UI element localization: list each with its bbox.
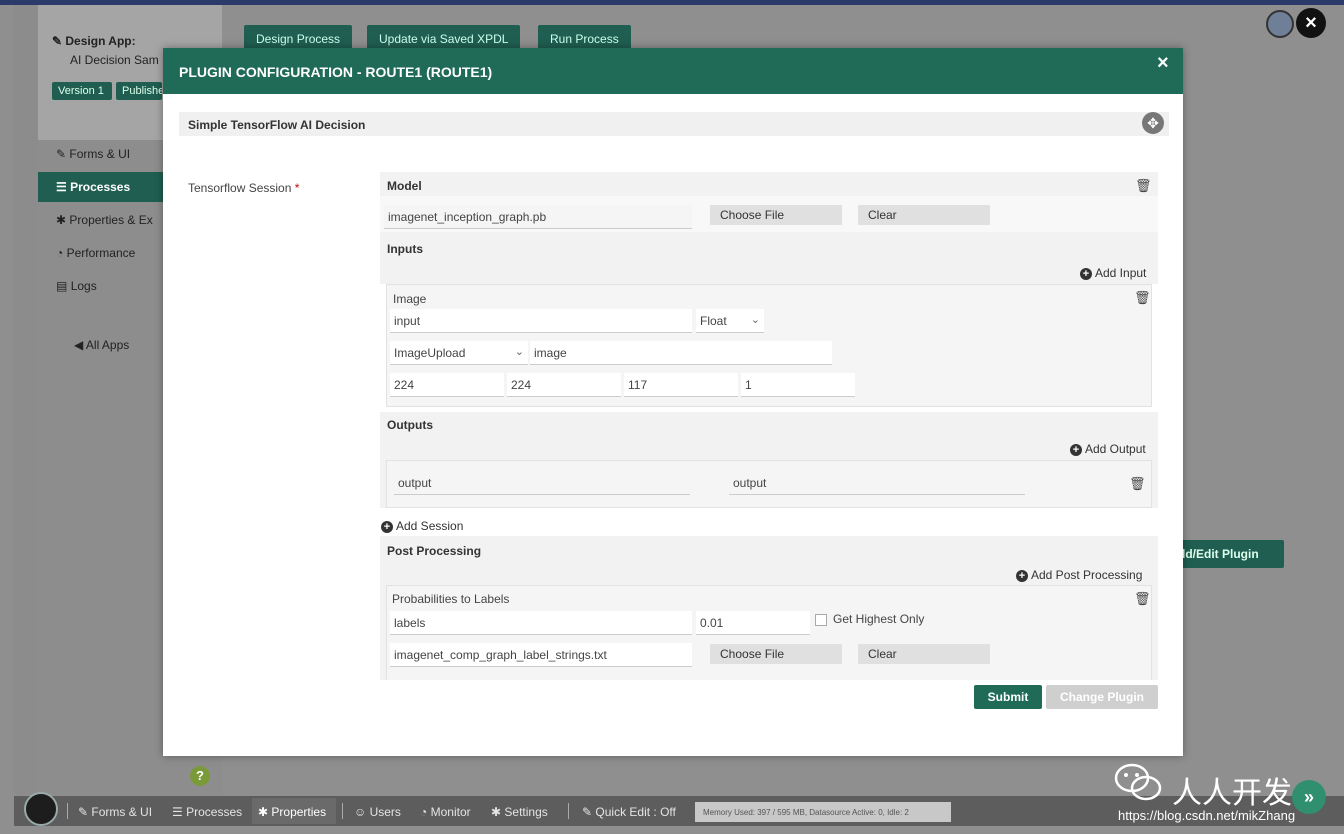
submit-button[interactable]: Submit [974, 685, 1042, 709]
input-dim-4[interactable] [741, 373, 855, 397]
threshold-field[interactable] [696, 611, 810, 635]
back-circle-icon: ◀ [74, 338, 84, 352]
plus-icon: + [1080, 268, 1092, 280]
published-button[interactable]: Publishe [116, 82, 162, 100]
bottom-users[interactable]: ☺ Users [354, 805, 401, 819]
chevron-down-icon: ⌄ [750, 314, 760, 326]
delete-input-icon[interactable]: 🗑 [1134, 290, 1151, 306]
plus-icon: + [1016, 570, 1028, 582]
post-processing-item-title: Probabilities to Labels [392, 592, 510, 606]
add-post-processing-link[interactable]: + Add Post Processing [1016, 568, 1142, 582]
labels-choose-file-button[interactable]: Choose File [710, 644, 842, 664]
output-variable-field[interactable] [729, 471, 1025, 495]
output-name-field[interactable] [394, 471, 690, 495]
input-dim-2[interactable] [507, 373, 621, 397]
dashboard-icon: ◔ [56, 246, 64, 260]
wechat-icon [1114, 763, 1162, 801]
help-icon[interactable]: ? [190, 766, 210, 786]
input-source-name-field[interactable] [530, 341, 832, 365]
input-dim-3[interactable] [624, 373, 738, 397]
highest-only-checkbox[interactable] [815, 614, 827, 626]
tab-run-process[interactable]: Run Process [538, 25, 631, 49]
input-type-select[interactable]: Float ⌄ [696, 309, 764, 333]
outputs-title: Outputs [387, 418, 433, 432]
separator [342, 803, 343, 819]
memory-status: Memory Used: 397 / 595 MB, Datasource Ac… [695, 802, 951, 822]
model-choose-file-button[interactable]: Choose File [710, 205, 842, 225]
chevron-down-icon: ⌄ [514, 346, 524, 358]
close-icon[interactable]: × [1296, 8, 1326, 38]
bottom-settings[interactable]: ✱ Settings [491, 805, 548, 819]
version-button[interactable]: Version 1 [52, 82, 112, 100]
post-processing-title: Post Processing [387, 544, 482, 558]
move-icon[interactable]: ✥ [1142, 112, 1164, 134]
edit-plugin-button[interactable]: dd/Edit Plugin [1172, 540, 1284, 568]
session-label: Tensorflow Session * [188, 181, 300, 195]
tab-design-process[interactable]: Design Process [244, 25, 353, 49]
tab-update-xpdl[interactable]: Update via Saved XPDL [367, 25, 521, 49]
add-output-link[interactable]: + Add Output [1070, 442, 1146, 456]
labels-variable-field[interactable] [390, 611, 692, 635]
inputs-title: Inputs [387, 242, 423, 256]
app-title: ✎ Design App: [52, 34, 136, 48]
expand-icon[interactable]: » [1292, 780, 1326, 814]
delete-output-icon[interactable]: 🗑 [1129, 476, 1146, 492]
sidebar-item-logs[interactable]: ▤ Logs [56, 279, 97, 293]
tensorflow-session: Model 🗑 Choose File Clear Inputs +Add In… [380, 172, 1158, 680]
bottom-properties[interactable]: ✱ Properties [258, 805, 326, 819]
highest-only-label: Get Highest Only [833, 612, 925, 626]
bottom-processes[interactable]: ☰ Processes [172, 805, 242, 819]
bottom-quick-edit[interactable]: ✎ Quick Edit : Off [582, 805, 676, 819]
model-title: Model [387, 179, 422, 193]
gear-icon: ✱ [56, 213, 67, 227]
sidebar-item-properties[interactable]: ✱ Properties & Ex [56, 213, 153, 227]
labels-clear-button[interactable]: Clear [858, 644, 990, 664]
input-dim-1[interactable] [390, 373, 504, 397]
plus-icon: + [381, 521, 393, 533]
model-section-header [380, 172, 1158, 196]
change-plugin-button[interactable]: Change Plugin [1046, 685, 1158, 709]
model-file-input[interactable] [384, 205, 692, 229]
plus-icon: + [1070, 444, 1082, 456]
modal-close-icon[interactable]: × [1157, 52, 1169, 75]
separator [568, 803, 569, 819]
bottom-monitor[interactable]: ◔ Monitor [420, 805, 471, 819]
modal-title: PLUGIN CONFIGURATION - ROUTE1 (ROUTE1) [179, 64, 493, 80]
plugin-name: Simple TensorFlow AI Decision [188, 118, 366, 132]
edit-icon: ✎ [56, 147, 67, 161]
delete-post-processing-icon[interactable]: 🗑 [1134, 591, 1151, 607]
all-apps-link[interactable]: ◀ All Apps [74, 338, 129, 352]
labels-file-input[interactable] [390, 643, 692, 667]
modal-header: PLUGIN CONFIGURATION - ROUTE1 (ROUTE1) × [163, 48, 1183, 94]
watermark-text: 人人开发 [1172, 777, 1292, 810]
separator [67, 803, 68, 819]
watermark-url: https://blog.csdn.net/mikZhang [1118, 808, 1296, 823]
plugin-config-modal: PLUGIN CONFIGURATION - ROUTE1 (ROUTE1) ×… [163, 48, 1183, 756]
plugin-name-bar: Simple TensorFlow AI Decision [179, 112, 1169, 136]
sidebar-item-forms[interactable]: ✎ Forms & UI [56, 147, 130, 161]
left-gutter [14, 5, 38, 795]
input-name-field[interactable] [390, 309, 692, 333]
model-clear-button[interactable]: Clear [858, 205, 990, 225]
user-avatar[interactable] [1266, 10, 1294, 38]
add-session-link[interactable]: + Add Session [381, 519, 463, 533]
input-item-title: Image [393, 292, 427, 306]
logs-icon: ▤ [56, 279, 68, 293]
input-source-select[interactable]: ImageUpload ⌄ [390, 341, 528, 365]
list-icon: ☰ [56, 180, 67, 194]
sidebar-item-performance[interactable]: ◔ Performance [56, 246, 135, 260]
add-input-link[interactable]: + Add Input [1080, 266, 1146, 280]
bottom-forms-ui[interactable]: ✎ Forms & UI [78, 805, 152, 819]
inputs-section-header [380, 232, 1158, 284]
app-subtitle: AI Decision Sam [70, 53, 159, 67]
brand-logo[interactable] [24, 792, 58, 826]
delete-session-icon[interactable]: 🗑 [1135, 178, 1152, 194]
